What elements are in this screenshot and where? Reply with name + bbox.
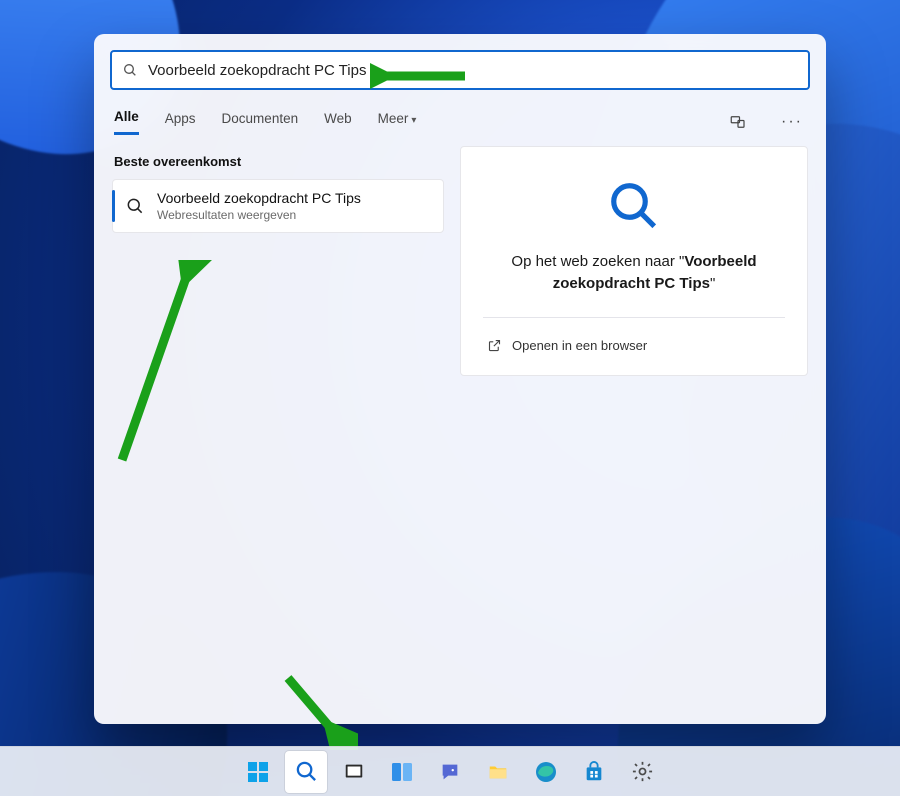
filter-tabs: Alle Apps Documenten Web Meer▾ ··· [94,90,826,140]
taskbar-edge-button[interactable] [525,751,567,793]
taskbar-file-explorer-button[interactable] [477,751,519,793]
preview-column: Op het web zoeken naar "Voorbeeld zoekop… [460,146,808,712]
taskbar-start-button[interactable] [237,751,279,793]
taskbar-search-button[interactable] [285,751,327,793]
open-in-browser-button[interactable]: Openen in een browser [485,332,783,359]
tab-apps-label: Apps [165,111,196,126]
preview-suffix: " [710,275,715,292]
preview-description: Op het web zoeken naar "Voorbeeld zoekop… [485,251,783,295]
chevron-down-icon: ▾ [411,115,416,126]
tab-more[interactable]: Meer▾ [378,111,417,134]
search-icon [125,196,145,216]
tab-all[interactable]: Alle [114,109,139,135]
result-title: Voorbeeld zoekopdracht PC Tips [157,190,361,206]
taskbar-settings-button[interactable] [621,751,663,793]
open-external-icon [487,338,502,353]
taskbar-widgets-button[interactable] [381,751,423,793]
tab-apps[interactable]: Apps [165,111,196,134]
preview-prefix: Op het web zoeken naar " [511,253,684,270]
taskbar-taskview-button[interactable] [333,751,375,793]
taskbar-store-button[interactable] [573,751,615,793]
search-across-devices-button[interactable] [724,108,752,136]
magnifier-icon [485,179,783,233]
more-options-button[interactable]: ··· [778,108,806,136]
preview-card: Op het web zoeken naar "Voorbeeld zoekop… [460,146,808,376]
best-match-result[interactable]: Voorbeeld zoekopdracht PC Tips Webresult… [112,179,444,233]
tab-all-label: Alle [114,109,139,124]
divider [483,317,785,318]
tab-web[interactable]: Web [324,111,352,134]
search-bar[interactable] [110,50,810,90]
tab-documents-label: Documenten [222,111,299,126]
result-subtitle: Webresultaten weergeven [157,208,361,222]
results-column: Beste overeenkomst Voorbeeld zoekopdrach… [112,146,444,712]
tab-web-label: Web [324,111,352,126]
tab-more-label: Meer [378,111,409,126]
taskbar [0,746,900,796]
best-match-heading: Beste overeenkomst [114,154,444,169]
search-input[interactable] [148,62,798,79]
tab-documents[interactable]: Documenten [222,111,299,134]
taskbar-chat-button[interactable] [429,751,471,793]
open-in-browser-label: Openen in een browser [512,338,647,353]
search-panel: Alle Apps Documenten Web Meer▾ ··· Beste… [94,34,826,724]
search-icon [122,62,138,78]
